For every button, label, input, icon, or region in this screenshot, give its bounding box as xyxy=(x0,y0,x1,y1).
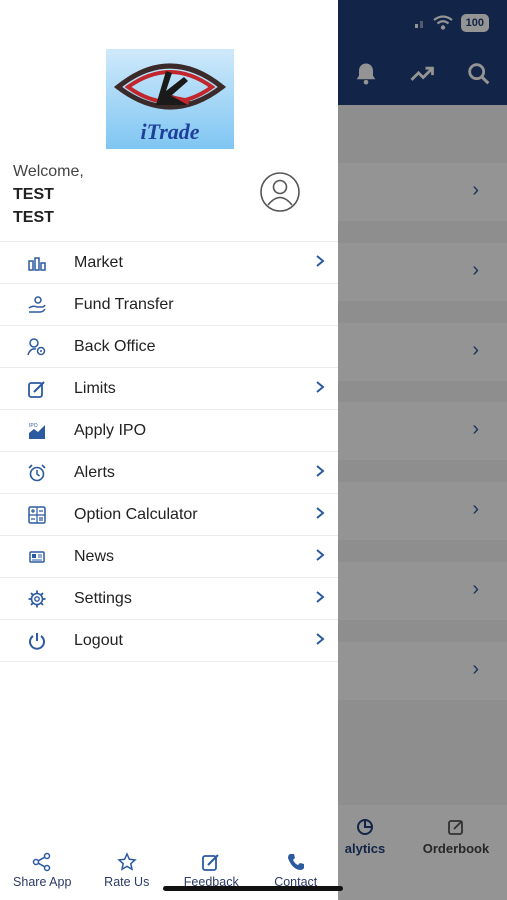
alarm-clock-icon xyxy=(28,464,46,482)
side-drawer: iTrade Welcome, TEST TEST Market Fund Tr… xyxy=(0,0,338,900)
calculator-icon xyxy=(28,506,46,524)
menu-item-option-calculator[interactable]: Option Calculator xyxy=(0,493,338,535)
logo-text: iTrade xyxy=(140,119,200,144)
menu-label: Alerts xyxy=(74,463,115,481)
chevron-right-icon xyxy=(316,255,325,267)
edit-icon xyxy=(28,381,45,398)
chevron-right-icon xyxy=(316,381,325,393)
fund-transfer-icon xyxy=(28,296,46,313)
menu-label: Market xyxy=(74,253,123,271)
chevron-right-icon xyxy=(316,465,325,477)
menu-item-market[interactable]: Market xyxy=(0,241,338,283)
svg-text:IPO: IPO xyxy=(29,423,38,429)
menu-label: News xyxy=(74,547,115,565)
feedback-icon xyxy=(202,854,219,871)
footer-label: Share App xyxy=(13,875,72,889)
menu-item-limits[interactable]: Limits xyxy=(0,367,338,409)
power-icon xyxy=(29,633,45,650)
ipo-icon: IPO xyxy=(29,423,45,439)
phone-icon xyxy=(287,854,304,870)
home-indicator[interactable] xyxy=(163,886,343,891)
menu-item-apply-ipo[interactable]: IPO Apply IPO xyxy=(0,409,338,451)
app-logo: iTrade xyxy=(106,49,234,149)
avatar[interactable] xyxy=(260,172,300,212)
menu-label: Apply IPO xyxy=(74,421,147,439)
bar-chart-icon xyxy=(28,257,46,271)
feedback-button[interactable]: Feedback xyxy=(173,852,249,889)
gear-icon xyxy=(28,590,46,608)
menu-item-logout[interactable]: Logout xyxy=(0,619,338,662)
star-icon xyxy=(117,852,137,871)
menu-label: Logout xyxy=(74,631,123,649)
menu-item-settings[interactable]: Settings xyxy=(0,577,338,619)
user-name-line2: TEST xyxy=(13,209,54,226)
menu-label: Fund Transfer xyxy=(74,295,174,313)
drawer-menu: Market Fund Transfer Back Office Limits … xyxy=(0,241,338,662)
user-settings-icon xyxy=(27,338,46,356)
menu-item-back-office[interactable]: Back Office xyxy=(0,325,338,367)
footer-label: Rate Us xyxy=(104,875,150,889)
welcome-block: Welcome, TEST TEST xyxy=(13,160,84,229)
drawer-footer: Share App Rate Us Feedback Contact xyxy=(0,852,338,889)
newspaper-icon xyxy=(29,551,45,563)
contact-button[interactable]: Contact xyxy=(258,852,334,889)
menu-label: Back Office xyxy=(74,337,156,355)
menu-item-news[interactable]: News xyxy=(0,535,338,577)
menu-item-fund-transfer[interactable]: Fund Transfer xyxy=(0,283,338,325)
menu-label: Settings xyxy=(74,589,132,607)
chevron-right-icon xyxy=(316,633,325,645)
welcome-greeting: Welcome, xyxy=(13,163,84,180)
menu-item-alerts[interactable]: Alerts xyxy=(0,451,338,493)
rate-us-button[interactable]: Rate Us xyxy=(89,852,165,889)
chevron-right-icon xyxy=(316,549,325,561)
chevron-right-icon xyxy=(316,507,325,519)
menu-label: Option Calculator xyxy=(74,505,198,523)
menu-label: Limits xyxy=(74,379,116,397)
chevron-right-icon xyxy=(316,591,325,603)
user-name-line1: TEST xyxy=(13,186,54,203)
share-app-button[interactable]: Share App xyxy=(4,852,80,889)
share-icon xyxy=(33,852,51,872)
